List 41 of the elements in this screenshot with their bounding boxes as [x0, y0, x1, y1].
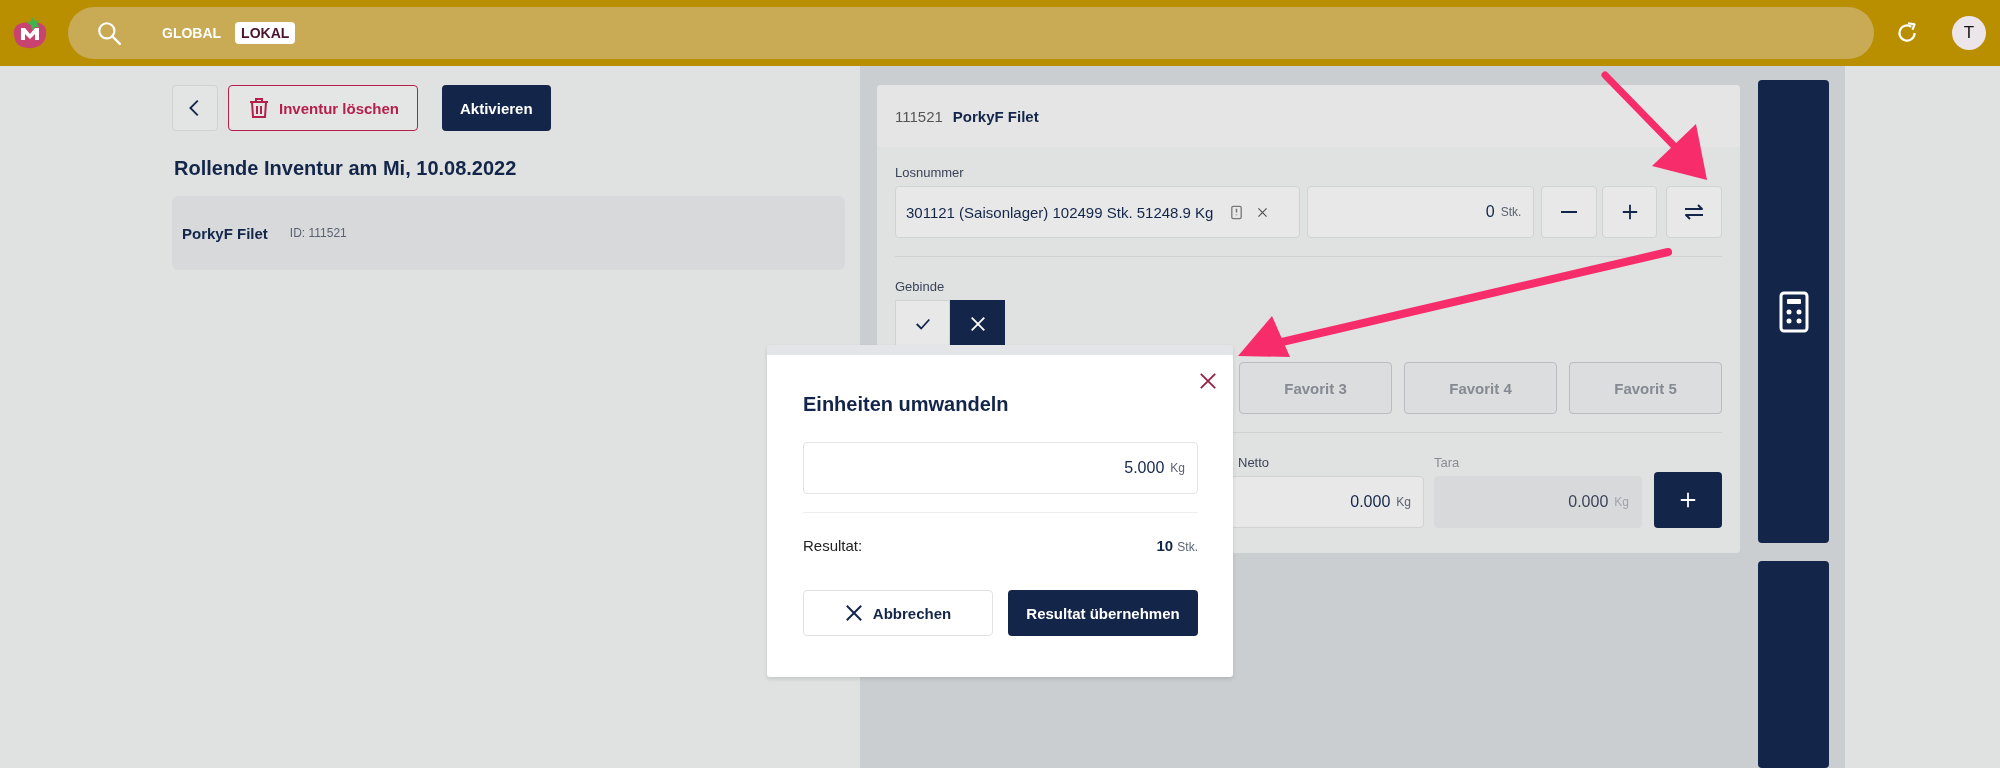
plus-icon — [1620, 203, 1639, 221]
quantity-field[interactable]: 0 Stk. — [1306, 186, 1535, 238]
delete-button[interactable]: Inventur löschen — [228, 85, 419, 131]
back-button[interactable] — [172, 85, 218, 131]
field-label: Tara — [1434, 455, 1461, 470]
close-icon — [844, 604, 863, 622]
field-label: Gebinde — [895, 279, 946, 294]
document-icon — [1229, 204, 1245, 220]
confirm-button[interactable]: Resultat übernehmen — [1008, 590, 1198, 636]
calculator-button[interactable] — [1758, 80, 1829, 543]
add-button[interactable] — [1654, 472, 1722, 528]
search-icon[interactable] — [96, 20, 122, 46]
user-avatar[interactable]: T — [1952, 16, 1986, 50]
minus-button[interactable] — [1541, 186, 1597, 238]
plus-button[interactable] — [1601, 186, 1658, 238]
list-item[interactable]: PorkyF Filet ID: 111521 — [172, 196, 845, 270]
activate-button[interactable]: Aktivieren — [442, 85, 551, 131]
clear-icon[interactable] — [1256, 205, 1270, 219]
toggle-option[interactable] — [950, 300, 1005, 347]
item-name: PorkyF Filet — [182, 224, 268, 242]
cancel-button[interactable]: Abbrechen — [803, 590, 993, 636]
article-name: PorkyF Filet — [952, 107, 1039, 125]
article-number: 111521 — [895, 107, 943, 125]
result-value: 10 Stk. — [1156, 537, 1198, 554]
convert-button[interactable] — [1666, 186, 1722, 238]
plus-icon — [1679, 491, 1697, 509]
lot-field[interactable]: 301121 (Saisonlager) 102499 Stk. 51248.9 Kg — [895, 186, 1300, 238]
amount-field[interactable]: 5.000 Kg — [803, 442, 1198, 494]
close-icon[interactable] — [1199, 372, 1217, 390]
dialog-title: Einheiten umwandeln — [803, 393, 1010, 416]
field-label: Netto — [1237, 455, 1271, 470]
calculator-icon — [1778, 290, 1809, 333]
scope-tab[interactable]: LOKAL — [235, 22, 296, 44]
minus-icon — [1561, 211, 1578, 213]
field-label: Losnummer — [895, 165, 965, 180]
search-bar[interactable]: GLOBAL LOKAL — [68, 7, 1874, 59]
result-label: Resultat: — [803, 537, 863, 554]
trash-icon — [247, 96, 271, 120]
item-id: ID: 111521 — [289, 226, 347, 240]
page-title: Rollende Inventur am Mi, 10.08.2022 — [174, 157, 518, 180]
cross-icon — [968, 314, 987, 333]
